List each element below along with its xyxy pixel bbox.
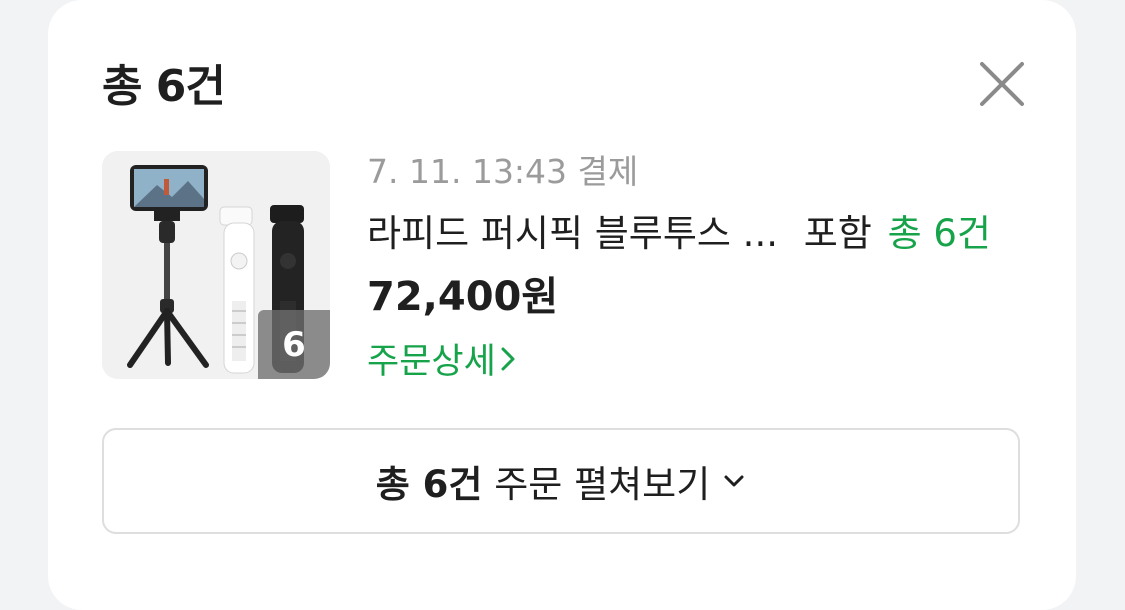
item-count-badge: 6 — [258, 310, 330, 379]
order-price: 72,400원 — [367, 274, 559, 320]
product-summary: 라피드 퍼시픽 블루투스 ... 포함 총 6건 — [367, 203, 991, 257]
expand-count-label: 총 6건 — [375, 463, 483, 506]
close-icon — [980, 62, 1024, 106]
expand-orders-button[interactable]: 총 6건 주문 펼쳐보기 — [102, 428, 1020, 534]
order-detail-label: 주문상세 — [367, 342, 496, 382]
chevron-right-icon — [501, 347, 515, 370]
close-button[interactable] — [978, 60, 1026, 108]
product-thumbnail[interactable]: 6 — [102, 151, 330, 379]
product-name: 라피드 퍼시픽 블루투스 ... — [367, 212, 778, 255]
chevron-down-icon — [724, 475, 744, 487]
payment-datetime: 7. 11. 13:43 결제 — [367, 152, 639, 191]
order-summary-card: 총 6건 6 7. 11. 13:43 결제 라피드 퍼시픽 블루투스 ... … — [48, 0, 1076, 610]
total-count: 총 6건 — [887, 212, 991, 255]
order-detail-link[interactable]: 주문상세 — [367, 333, 516, 384]
page-title: 총 6건 — [102, 61, 226, 112]
include-label: 포함 — [803, 212, 872, 255]
expand-label: 주문 펼쳐보기 — [494, 463, 711, 506]
